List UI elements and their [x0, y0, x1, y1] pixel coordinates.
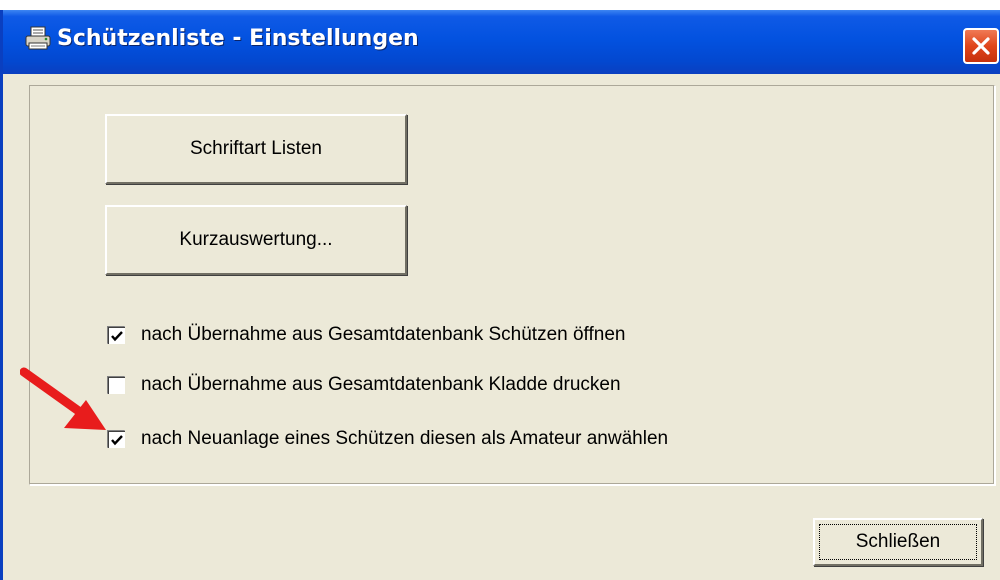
close-button-label: Schließen	[855, 531, 941, 552]
checkbox-label: nach Übernahme aus Gesamtdatenbank Schüt…	[141, 324, 626, 345]
checkbox-label: nach Neuanlage eines Schützen diesen als…	[141, 428, 669, 449]
checkbox-label: nach Übernahme aus Gesamtdatenbank Kladd…	[141, 374, 621, 395]
checkbox-select-amateur[interactable]: nach Neuanlage eines Schützen diesen als…	[107, 426, 668, 452]
checkbox-print-kladde[interactable]: nach Übernahme aus Gesamtdatenbank Kladd…	[107, 372, 621, 398]
checkbox-open-shooters[interactable]: nach Übernahme aus Gesamtdatenbank Schüt…	[107, 322, 625, 348]
short-evaluation-button[interactable]: Kurzauswertung...	[105, 205, 407, 275]
window-title: Schützenliste - Einstellungen	[57, 26, 419, 51]
checkmark-icon	[111, 331, 123, 342]
title-bar[interactable]: Schützenliste - Einstellungen	[3, 10, 1000, 74]
red-arrow-icon	[20, 367, 106, 430]
close-button[interactable]: Schließen	[813, 518, 983, 566]
font-lists-label: Schriftart Listen	[190, 138, 322, 159]
checkmark-icon	[111, 435, 123, 446]
settings-dialog: Schützenliste - Einstellungen Schriftart…	[0, 10, 1000, 580]
short-evaluation-label: Kurzauswertung...	[179, 229, 333, 250]
close-window-button[interactable]	[963, 28, 999, 64]
checkbox[interactable]	[107, 326, 125, 344]
printer-icon	[25, 25, 51, 53]
font-lists-button[interactable]: Schriftart Listen	[105, 114, 407, 184]
